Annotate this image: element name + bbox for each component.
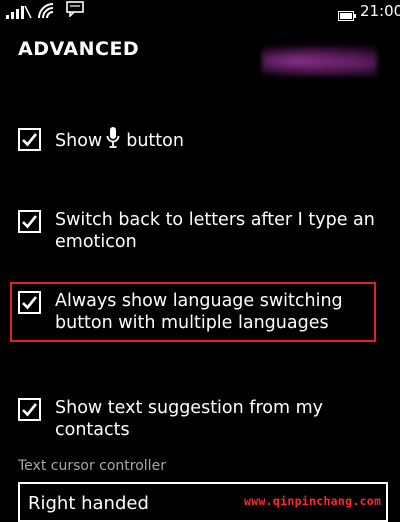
option-label-show: Show bbox=[55, 131, 103, 151]
microphone-icon bbox=[106, 127, 120, 155]
checkbox-show-mic-button[interactable] bbox=[18, 128, 41, 151]
blurred-logo bbox=[262, 45, 377, 77]
option-label: Always show language switching button wi… bbox=[55, 291, 343, 333]
option-label-button: button bbox=[126, 131, 184, 151]
dropdown-selected-value: Right handed bbox=[28, 493, 149, 514]
checkbox-text-suggestion-contacts[interactable] bbox=[18, 398, 41, 421]
message-icon bbox=[66, 1, 84, 21]
checkbox-switch-back-letters[interactable] bbox=[18, 210, 41, 233]
checkmark-icon bbox=[22, 215, 38, 229]
status-bar: 21:00 bbox=[0, 0, 400, 24]
option-label: Show button bbox=[55, 127, 390, 155]
checkmark-icon bbox=[22, 296, 38, 310]
checkmark-icon bbox=[22, 133, 38, 147]
option-label: Show text suggestion from my contacts bbox=[55, 398, 323, 440]
battery-icon bbox=[338, 6, 356, 25]
checkbox-language-switching-button[interactable] bbox=[18, 291, 41, 314]
page-title: ADVANCED bbox=[18, 38, 140, 60]
option-label: Switch back to letters after I type an e… bbox=[55, 210, 375, 252]
clock-time: 21:00 bbox=[360, 2, 400, 20]
text-cursor-controller-label: Text cursor controller bbox=[18, 458, 166, 474]
signal-icon bbox=[6, 3, 32, 23]
checkmark-icon bbox=[22, 403, 38, 417]
wifi-icon bbox=[38, 3, 56, 23]
watermark: www.qinpinchang.com bbox=[244, 494, 382, 508]
